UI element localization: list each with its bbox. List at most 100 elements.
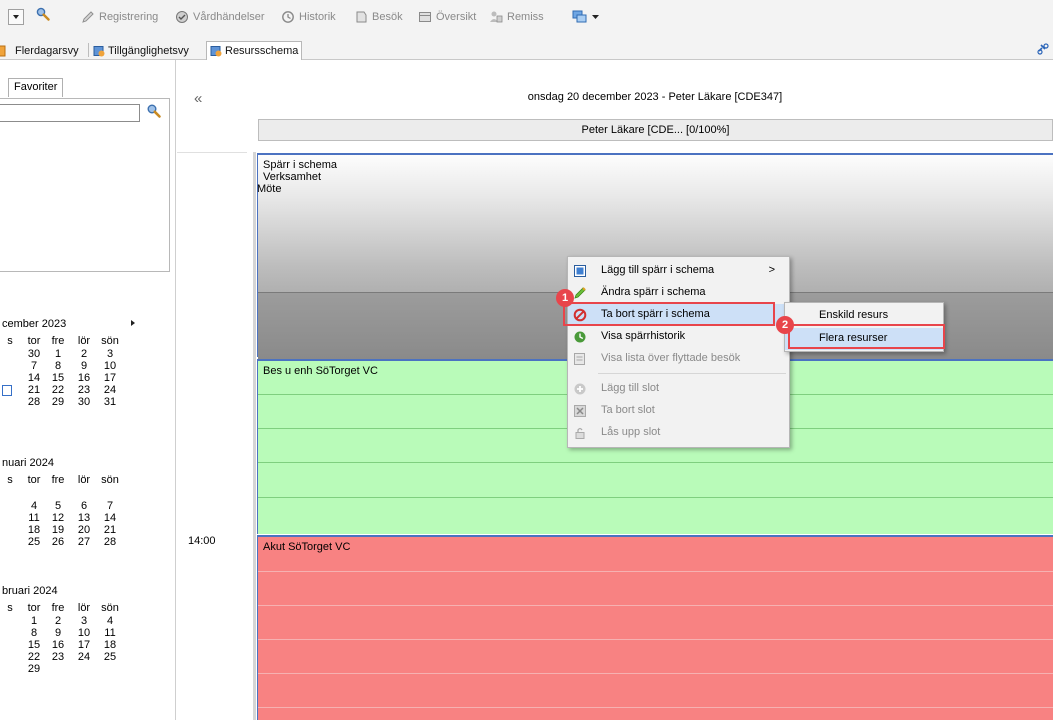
calendar-day[interactable]: 29: [24, 664, 44, 675]
callout-badge: 1: [556, 289, 574, 307]
calendar-day[interactable]: 3: [74, 616, 94, 627]
edit-icon: [574, 287, 586, 299]
today-marker: [2, 385, 12, 396]
calendar-day[interactable]: 9: [74, 361, 94, 372]
block-title: Bes u enh SöTorget VC: [263, 365, 378, 377]
tab-flerdagarsvy[interactable]: Flerdagarsvy: [0, 41, 79, 60]
calendar-day[interactable]: 25: [100, 652, 120, 663]
calendar-day[interactable]: 15: [48, 373, 68, 384]
calendar-day[interactable]: 1: [24, 616, 44, 627]
toolbar-remiss[interactable]: Remiss: [489, 9, 544, 25]
calendar-day[interactable]: 19: [48, 525, 68, 536]
menu-item-visa-sparrhistorik[interactable]: Visa spärrhistorik: [568, 326, 789, 348]
calendar-day[interactable]: 21: [100, 525, 120, 536]
block-akut[interactable]: Akut SöTorget VC: [257, 535, 1053, 720]
slot-divider: [258, 497, 1053, 498]
tab-favoriter[interactable]: Favoriter: [8, 78, 64, 97]
menu-item-lagg-till-sparr[interactable]: Lägg till spärr i schema >: [568, 260, 789, 282]
toolbar-label: Remiss: [507, 11, 544, 23]
windows-icon: [572, 10, 587, 23]
weekday-header: s: [7, 335, 13, 347]
calendar-day[interactable]: 9: [48, 628, 68, 639]
search-icon[interactable]: [146, 103, 162, 119]
calendar-day[interactable]: 4: [100, 616, 120, 627]
calendar-day[interactable]: 30: [24, 349, 44, 360]
calendar-day[interactable]: 28: [24, 397, 44, 408]
calendar-day[interactable]: 8: [24, 628, 44, 639]
toolbar-besok[interactable]: Besök: [354, 9, 403, 25]
calendar-day[interactable]: 28: [100, 537, 120, 548]
calendar-month-title: cember 2023: [2, 318, 67, 330]
calendar-day[interactable]: 17: [74, 640, 94, 651]
menu-item-visa-flyttade-besok[interactable]: Visa lista över flyttade besök: [568, 348, 789, 370]
calendar-day[interactable]: 23: [48, 652, 68, 663]
menu-item-ta-bort-slot[interactable]: Ta bort slot: [568, 400, 789, 422]
calendar-day[interactable]: 23: [74, 385, 94, 396]
visit-icon: [356, 11, 367, 23]
calendar-day[interactable]: 11: [24, 513, 44, 524]
favorites-search-input[interactable]: [0, 104, 140, 122]
calendar-day[interactable]: 30: [74, 397, 94, 408]
overview-icon: [419, 12, 431, 22]
calendar-week-row: 4567: [0, 501, 176, 512]
calendar-day[interactable]: 10: [74, 628, 94, 639]
toolbar-windows-dropdown[interactable]: [572, 9, 606, 25]
toolbar-vardhandelser[interactable]: Vårdhändelser: [175, 9, 265, 25]
tab-tillganglighetsvy[interactable]: Tillgänglighetsvy: [93, 41, 189, 60]
menu-item-lagg-till-slot[interactable]: Lägg till slot: [568, 378, 789, 400]
calendar-day[interactable]: 14: [100, 513, 120, 524]
calendar-day[interactable]: 14: [24, 373, 44, 384]
link-icon[interactable]: [1037, 43, 1049, 55]
care-event-icon: [176, 11, 188, 23]
calendar-day[interactable]: 27: [74, 537, 94, 548]
collapse-panel-button[interactable]: «: [194, 90, 202, 107]
calendar-day[interactable]: 16: [74, 373, 94, 384]
calendar-day[interactable]: 5: [48, 501, 68, 512]
calendar-day[interactable]: 2: [74, 349, 94, 360]
calendar-day[interactable]: 13: [74, 513, 94, 524]
toolbar-historik[interactable]: Historik: [281, 9, 336, 25]
calendar-day[interactable]: 25: [24, 537, 44, 548]
toolbar-oversikt[interactable]: Översikt: [418, 9, 476, 25]
calendar-day[interactable]: 6: [74, 501, 94, 512]
calendar-day[interactable]: 3: [100, 349, 120, 360]
toolbar-registrering[interactable]: Registrering: [81, 9, 158, 25]
calendar-day[interactable]: 17: [100, 373, 120, 384]
weekday-header: lör: [77, 602, 91, 614]
calendar-day[interactable]: 20: [74, 525, 94, 536]
favorites-tabbar: Favoriter: [0, 78, 176, 98]
menu-item-las-upp-slot[interactable]: Lås upp slot: [568, 422, 789, 444]
calendar-day[interactable]: 18: [24, 525, 44, 536]
calendar-day[interactable]: 18: [100, 640, 120, 651]
weekday-header: fre: [51, 474, 65, 486]
calendar-day[interactable]: 4: [24, 501, 44, 512]
next-month-arrow-icon[interactable]: [131, 320, 135, 326]
calendar-icon: [0, 45, 6, 56]
calendar-day[interactable]: 26: [48, 537, 68, 548]
calendar-day[interactable]: 7: [100, 501, 120, 512]
weekday-header: sön: [101, 335, 119, 347]
calendar-day[interactable]: 15: [24, 640, 44, 651]
calendar-day[interactable]: 21: [24, 385, 44, 396]
calendar-day[interactable]: 2: [48, 616, 68, 627]
calendar-day[interactable]: 22: [48, 385, 68, 396]
calendar-day[interactable]: 7: [24, 361, 44, 372]
calendar-day[interactable]: 22: [24, 652, 44, 663]
dropdown-button[interactable]: [8, 9, 24, 25]
calendar-day[interactable]: 10: [100, 361, 120, 372]
calendar-day[interactable]: 11: [100, 628, 120, 639]
calendar-day[interactable]: 12: [48, 513, 68, 524]
menu-item-andra-sparr[interactable]: Ändra spärr i schema: [568, 282, 789, 304]
calendar-day[interactable]: 31: [100, 397, 120, 408]
calendar-day[interactable]: 1: [48, 349, 68, 360]
resource-header[interactable]: Peter Läkare [CDE... [0/100%]: [258, 119, 1053, 141]
search-icon[interactable]: [36, 7, 50, 21]
calendar-day[interactable]: 29: [48, 397, 68, 408]
menu-item-label: Lås upp slot: [601, 426, 661, 438]
weekday-header: s: [7, 602, 13, 614]
calendar-day[interactable]: 8: [48, 361, 68, 372]
tab-resursschema[interactable]: Resursschema: [206, 41, 303, 60]
calendar-day[interactable]: 24: [100, 385, 120, 396]
calendar-day[interactable]: 24: [74, 652, 94, 663]
calendar-day[interactable]: 16: [48, 640, 68, 651]
